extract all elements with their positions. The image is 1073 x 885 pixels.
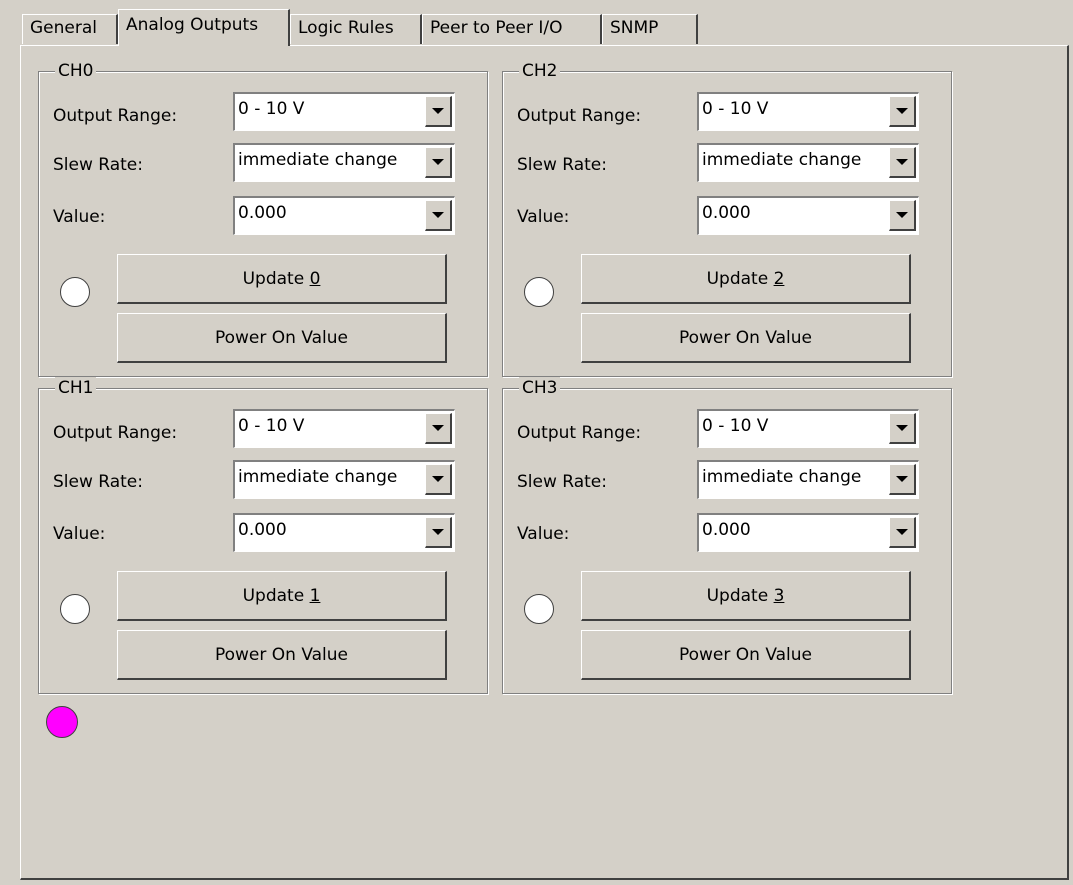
- value-value: 0.000: [238, 203, 287, 223]
- tab-label: Analog Outputs: [126, 15, 259, 35]
- tab-peer-to-peer-io[interactable]: Peer to Peer I/O: [422, 14, 602, 44]
- output-range-value: 0 - 10 V: [702, 416, 769, 436]
- global-status-led: [46, 706, 78, 738]
- chevron-down-icon[interactable]: [425, 464, 452, 495]
- chevron-down-icon[interactable]: [889, 96, 916, 127]
- value-label: Value:: [53, 207, 106, 227]
- update-button-key: 2: [773, 268, 785, 289]
- output-range-select[interactable]: 0 - 10 V: [697, 409, 919, 448]
- tab-label: Logic Rules: [298, 18, 394, 38]
- slew-rate-label: Slew Rate:: [517, 472, 607, 492]
- chevron-down-icon[interactable]: [889, 147, 916, 178]
- tab-label: General: [30, 18, 97, 38]
- value-label: Value:: [517, 207, 570, 227]
- value-value: 0.000: [702, 520, 751, 540]
- chevron-down-icon[interactable]: [425, 200, 452, 231]
- slew-rate-select[interactable]: immediate change: [233, 460, 455, 499]
- channel-status-led: [60, 277, 90, 307]
- output-range-value: 0 - 10 V: [702, 99, 769, 119]
- slew-rate-label: Slew Rate:: [53, 155, 143, 175]
- chevron-down-icon[interactable]: [425, 96, 452, 127]
- update-button[interactable]: Update 2: [581, 254, 911, 304]
- slew-rate-label: Slew Rate:: [517, 155, 607, 175]
- power-on-value-button[interactable]: Power On Value: [581, 313, 911, 363]
- tab-label: SNMP: [610, 18, 659, 38]
- output-range-value: 0 - 10 V: [238, 416, 305, 436]
- value-combo[interactable]: 0.000: [697, 196, 919, 235]
- update-button-label: Update: [242, 268, 310, 289]
- chevron-down-icon[interactable]: [889, 517, 916, 548]
- chevron-down-icon[interactable]: [425, 413, 452, 444]
- tab-logic-rules[interactable]: Logic Rules: [290, 14, 422, 44]
- output-range-value: 0 - 10 V: [238, 99, 305, 119]
- value-combo[interactable]: 0.000: [233, 196, 455, 235]
- value-value: 0.000: [238, 520, 287, 540]
- power-on-value-label: Power On Value: [678, 327, 813, 348]
- update-button-label: Update: [706, 268, 774, 289]
- update-button-label: Update: [242, 585, 310, 606]
- group-title: CH1: [55, 377, 97, 399]
- tab-snmp[interactable]: SNMP: [602, 14, 698, 44]
- channel-group-ch3: CH3 Output Range: 0 - 10 V Slew Rate: im…: [502, 377, 952, 694]
- group-title: CH3: [519, 377, 561, 399]
- channel-status-led: [60, 594, 90, 624]
- chevron-down-icon[interactable]: [889, 464, 916, 495]
- output-range-label: Output Range:: [517, 423, 642, 443]
- output-range-label: Output Range:: [53, 106, 178, 126]
- power-on-value-button[interactable]: Power On Value: [581, 630, 911, 680]
- channel-group-ch2: CH2 Output Range: 0 - 10 V Slew Rate: im…: [502, 60, 952, 377]
- update-button-key: 1: [309, 585, 321, 606]
- update-button[interactable]: Update 0: [117, 254, 447, 304]
- output-range-label: Output Range:: [53, 423, 178, 443]
- channel-group-ch0: CH0 Output Range: 0 - 10 V Slew Rate: im…: [38, 60, 488, 377]
- update-button-key: 0: [309, 268, 321, 289]
- group-title: CH0: [55, 60, 97, 82]
- power-on-value-button[interactable]: Power On Value: [117, 630, 447, 680]
- chevron-down-icon[interactable]: [425, 517, 452, 548]
- output-range-select[interactable]: 0 - 10 V: [233, 92, 455, 131]
- power-on-value-button[interactable]: Power On Value: [117, 313, 447, 363]
- power-on-value-label: Power On Value: [214, 327, 349, 348]
- power-on-value-label: Power On Value: [678, 644, 813, 665]
- slew-rate-value: immediate change: [702, 467, 862, 487]
- channel-status-led: [524, 277, 554, 307]
- channel-status-led: [524, 594, 554, 624]
- slew-rate-select[interactable]: immediate change: [233, 143, 455, 182]
- slew-rate-label: Slew Rate:: [53, 472, 143, 492]
- value-value: 0.000: [702, 203, 751, 223]
- slew-rate-value: immediate change: [238, 150, 398, 170]
- slew-rate-select[interactable]: immediate change: [697, 460, 919, 499]
- chevron-down-icon[interactable]: [425, 147, 452, 178]
- power-on-value-label: Power On Value: [214, 644, 349, 665]
- update-button[interactable]: Update 1: [117, 571, 447, 621]
- slew-rate-value: immediate change: [702, 150, 862, 170]
- output-range-select[interactable]: 0 - 10 V: [697, 92, 919, 131]
- slew-rate-select[interactable]: immediate change: [697, 143, 919, 182]
- chevron-down-icon[interactable]: [889, 200, 916, 231]
- chevron-down-icon[interactable]: [889, 413, 916, 444]
- update-button-label: Update: [706, 585, 774, 606]
- update-button[interactable]: Update 3: [581, 571, 911, 621]
- value-label: Value:: [517, 524, 570, 544]
- tab-label: Peer to Peer I/O: [430, 18, 563, 38]
- value-combo[interactable]: 0.000: [233, 513, 455, 552]
- tab-general[interactable]: General: [22, 14, 118, 44]
- output-range-select[interactable]: 0 - 10 V: [233, 409, 455, 448]
- update-button-key: 3: [773, 585, 785, 606]
- value-combo[interactable]: 0.000: [697, 513, 919, 552]
- output-range-label: Output Range:: [517, 106, 642, 126]
- group-title: CH2: [519, 60, 561, 82]
- channel-group-ch1: CH1 Output Range: 0 - 10 V Slew Rate: im…: [38, 377, 488, 694]
- value-label: Value:: [53, 524, 106, 544]
- slew-rate-value: immediate change: [238, 467, 398, 487]
- tab-analog-outputs[interactable]: Analog Outputs: [118, 9, 290, 46]
